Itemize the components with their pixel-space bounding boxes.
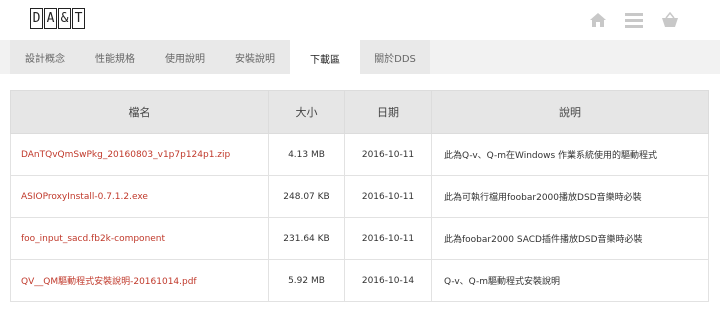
logo-letter-d: D — [30, 8, 43, 29]
top-bar: D A & T — [0, 0, 720, 40]
tab-about-dds[interactable]: 關於DDS — [360, 40, 430, 74]
column-header-description: 說明 — [431, 90, 709, 134]
date-cell: 2016-10-14 — [344, 259, 432, 302]
tab-usage-guide[interactable]: 使用說明 — [150, 40, 220, 74]
description-cell: 此為Q-v、Q-m在Windows 作業系統使用的驅動程式 — [431, 133, 709, 176]
table-row: ASIOProxyInstall-0.7.1.2.exe 248.07 KB 2… — [10, 175, 709, 218]
tab-design-concept[interactable]: 設計概念 — [10, 40, 80, 74]
file-download-link[interactable]: foo_input_sacd.fb2k-component — [21, 234, 165, 244]
file-download-link[interactable]: ASIOProxyInstall-0.7.1.2.exe — [21, 192, 148, 202]
size-cell: 231.64 KB — [268, 217, 345, 260]
description-cell: 此為foobar2000 SACD插件播放DSD音樂時必裝 — [431, 217, 709, 260]
home-icon[interactable] — [588, 10, 608, 30]
logo-letter-ampersand: & — [58, 8, 71, 29]
logo[interactable]: D A & T — [30, 8, 86, 29]
column-header-size: 大小 — [268, 90, 345, 134]
column-header-filename: 檔名 — [10, 90, 269, 134]
menu-icon[interactable] — [624, 10, 644, 30]
filename-cell: foo_input_sacd.fb2k-component — [10, 217, 269, 260]
size-cell: 5.92 MB — [268, 259, 345, 302]
filename-cell: DAnTQvQmSwPkg_20160803_v1p7p124p1.zip — [10, 133, 269, 176]
tab-installation-guide[interactable]: 安裝說明 — [220, 40, 290, 74]
filename-cell: ASIOProxyInstall-0.7.1.2.exe — [10, 175, 269, 218]
description-cell: Q-v、Q-m驅動程式安裝說明 — [431, 259, 709, 302]
downloads-panel: 檔名 大小 日期 說明 DAnTQvQmSwPkg_20160803_v1p7p… — [0, 74, 720, 316]
table-row: DAnTQvQmSwPkg_20160803_v1p7p124p1.zip 4.… — [10, 133, 709, 176]
file-download-link[interactable]: DAnTQvQmSwPkg_20160803_v1p7p124p1.zip — [21, 150, 230, 160]
tab-specifications[interactable]: 性能規格 — [80, 40, 150, 74]
date-cell: 2016-10-11 — [344, 217, 432, 260]
header-icons — [588, 10, 680, 30]
date-cell: 2016-10-11 — [344, 175, 432, 218]
tab-downloads[interactable]: 下載區 — [290, 40, 360, 76]
logo-letter-t: T — [72, 8, 85, 29]
table-row: foo_input_sacd.fb2k-component 231.64 KB … — [10, 217, 709, 260]
downloads-table: 檔名 大小 日期 說明 DAnTQvQmSwPkg_20160803_v1p7p… — [10, 90, 709, 302]
filename-cell: QV__QM驅動程式安裝說明-20161014.pdf — [10, 259, 269, 302]
tab-bar: 設計概念 性能規格 使用說明 安裝說明 下載區 關於DDS — [10, 40, 430, 76]
table-header-row: 檔名 大小 日期 說明 — [10, 90, 709, 134]
table-row: QV__QM驅動程式安裝說明-20161014.pdf 5.92 MB 2016… — [10, 259, 709, 302]
description-cell: 此為可執行檔用foobar2000播放DSD音樂時必裝 — [431, 175, 709, 218]
size-cell: 248.07 KB — [268, 175, 345, 218]
logo-letter-a: A — [44, 8, 57, 29]
date-cell: 2016-10-11 — [344, 133, 432, 176]
cart-icon[interactable] — [660, 10, 680, 30]
size-cell: 4.13 MB — [268, 133, 345, 176]
file-download-link[interactable]: QV__QM驅動程式安裝說明-20161014.pdf — [21, 277, 197, 287]
column-header-date: 日期 — [344, 90, 432, 134]
